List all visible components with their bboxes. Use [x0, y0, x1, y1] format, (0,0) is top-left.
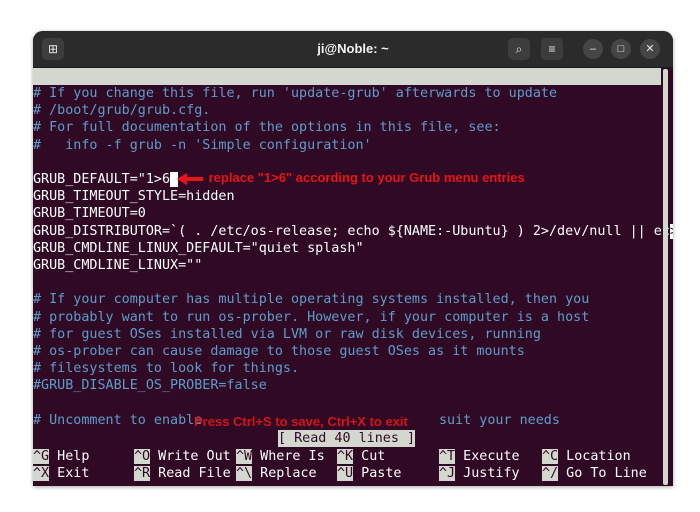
shortcut-key: ^R [134, 466, 151, 481]
shortcut-replace[interactable]: ^\ Replace [236, 465, 317, 482]
editor-line-text: GRUB_DISTRIBUTOR=`( . /etc/os-release; e… [33, 223, 670, 239]
editor-line[interactable]: GRUB_TIMEOUT_STYLE=hidden [33, 188, 235, 205]
shortcut-label: Justify [455, 466, 520, 481]
shortcut-key: ^G [33, 449, 50, 464]
nano-header-bar: GNU nano 7.2 /etc/default/grub * [33, 68, 661, 118]
status-message: [ Read 40 lines ] [278, 430, 416, 447]
editor-line-text: # For full documentation of the options … [33, 120, 501, 136]
shortcut-key: ^U [337, 466, 354, 481]
scrollbar-thumb[interactable] [663, 69, 668, 485]
arrow-annotation-text: replace "1>6" according to your Grub men… [208, 170, 525, 185]
shortcut-label: Read File [150, 466, 231, 481]
editor-line[interactable]: GRUB_DISTRIBUTOR=`( . /etc/os-release; e… [33, 223, 673, 240]
editor-line[interactable]: # for guest OSes installed via LVM or ra… [33, 326, 541, 343]
editor-line-text: GRUB_CMDLINE_LINUX="" [33, 258, 203, 273]
shortcut-write-out[interactable]: ^O Write Out [134, 448, 231, 465]
close-icon[interactable]: ✕ [640, 39, 660, 59]
editor-line-text: GRUB_CMDLINE_LINUX_DEFAULT="quiet splash… [33, 240, 364, 256]
shortcut-help[interactable]: ^G Help [33, 448, 89, 465]
shortcut-key: ^W [236, 449, 253, 464]
editor-line[interactable]: # Uncomment to enable [33, 412, 202, 429]
editor-line[interactable]: # If you change this file, run 'update-g… [33, 85, 557, 102]
editor-line[interactable]: # filesystems to look for things. [33, 360, 299, 377]
shortcut-cut[interactable]: ^K Cut [337, 448, 385, 465]
editor-line[interactable]: # info -f grub -n 'Simple configuration' [33, 137, 372, 154]
shortcut-key: ^/ [542, 466, 559, 481]
shortcut-key: ^O [134, 449, 151, 464]
search-icon[interactable]: ⌕ [508, 38, 530, 60]
shortcut-execute[interactable]: ^T Execute [439, 448, 520, 465]
shortcut-label: Location [558, 449, 631, 464]
editor-line[interactable]: # If your computer has multiple operatin… [33, 291, 589, 308]
terminal-window: ⊞ ji@Noble: ~ ⌕ ≡ – □ ✕ GNU nano 7.2 /et… [33, 31, 673, 486]
editor-line[interactable]: GRUB_TIMEOUT=0 [33, 205, 146, 222]
shortcut-key: ^T [439, 449, 456, 464]
editor-line[interactable]: GRUB_DEFAULT="1>6 [33, 171, 179, 188]
shortcut-label: Replace [252, 466, 317, 481]
editor-line-text: GRUB_TIMEOUT_STYLE=hidden [33, 189, 235, 205]
nano-filename: /etc/default/grub * [299, 103, 453, 118]
shortcut-where-is[interactable]: ^W Where Is [236, 448, 325, 465]
editor-line[interactable]: GRUB_CMDLINE_LINUX="" [33, 257, 202, 274]
shortcut-label: Help [49, 449, 90, 464]
editor-line-text: # for guest OSes installed via LVM or ra… [33, 326, 541, 342]
hamburger-menu-icon[interactable]: ≡ [541, 38, 563, 60]
editor-line-text: #GRUB_DISABLE_OS_PROBER=false [33, 378, 267, 394]
shortcut-key: ^\ [236, 466, 253, 481]
title-bar: ⊞ ji@Noble: ~ ⌕ ≡ – □ ✕ [33, 31, 673, 68]
shortcut-key: ^J [439, 466, 456, 481]
shortcut-label: Where Is [252, 449, 325, 464]
overlay-annotation: Press Ctrl+S to save, Ctrl+X to exit [194, 414, 408, 429]
scrollbar[interactable] [663, 68, 668, 486]
editor-line-text: # filesystems to look for things. [33, 361, 300, 377]
editor-line-text: # info -f grub -n 'Simple configuration' [33, 137, 372, 153]
shortcut-key: ^C [542, 449, 559, 464]
shortcut-go-to-line[interactable]: ^/ Go To Line [542, 465, 647, 482]
shortcut-label: Paste [353, 466, 402, 481]
window-title: ji@Noble: ~ [317, 41, 389, 56]
shortcut-paste[interactable]: ^U Paste [337, 465, 402, 482]
editor-line[interactable]: suit your needs [439, 412, 560, 429]
shortcut-location[interactable]: ^C Location [542, 448, 631, 465]
shortcut-label: Write Out [150, 449, 231, 464]
editor-line-text: # os-prober can cause damage to those gu… [33, 344, 525, 359]
editor-line[interactable]: # For full documentation of the options … [33, 119, 501, 136]
shortcut-exit[interactable]: ^X Exit [33, 465, 89, 482]
editor-line-text: GRUB_TIMEOUT=0 [33, 206, 146, 222]
editor-line-text: # /boot/grub/grub.cfg. [33, 103, 211, 119]
line-overflow-marker: > [669, 223, 673, 239]
arrow-annotation: replace "1>6" according to your Grub men… [177, 170, 525, 186]
editor-line[interactable]: GRUB_CMDLINE_LINUX_DEFAULT="quiet splash… [33, 240, 364, 257]
shortcut-label: Cut [353, 449, 386, 464]
editor-line-text: GRUB_DEFAULT="1>6 [33, 172, 171, 187]
shortcut-label: Go To Line [558, 466, 647, 481]
editor-line[interactable]: # /boot/grub/grub.cfg. [33, 102, 210, 119]
editor-line[interactable]: # probably want to run os-prober. Howeve… [33, 309, 589, 326]
minimize-icon[interactable]: – [583, 39, 603, 59]
editor-line-text: # Uncomment to enable [33, 412, 203, 428]
editor-line-text: # If your computer has multiple operatin… [33, 292, 590, 308]
red-arrow-icon [177, 172, 203, 185]
editor-line[interactable]: # os-prober can cause damage to those gu… [33, 343, 525, 360]
editor-line[interactable]: #GRUB_DISABLE_OS_PROBER=false [33, 377, 267, 394]
shortcut-label: Exit [49, 466, 90, 481]
editor-line-text: suit your needs [439, 412, 560, 428]
editor-line-text: # If you change this file, run 'update-g… [33, 86, 558, 101]
shortcut-key: ^X [33, 466, 50, 481]
shortcut-label: Execute [455, 449, 520, 464]
shortcut-key: ^K [337, 449, 354, 464]
maximize-icon[interactable]: □ [611, 39, 631, 59]
editor-line-text: # probably want to run os-prober. Howeve… [33, 309, 590, 325]
shortcut-read-file[interactable]: ^R Read File [134, 465, 231, 482]
shortcut-justify[interactable]: ^J Justify [439, 465, 520, 482]
